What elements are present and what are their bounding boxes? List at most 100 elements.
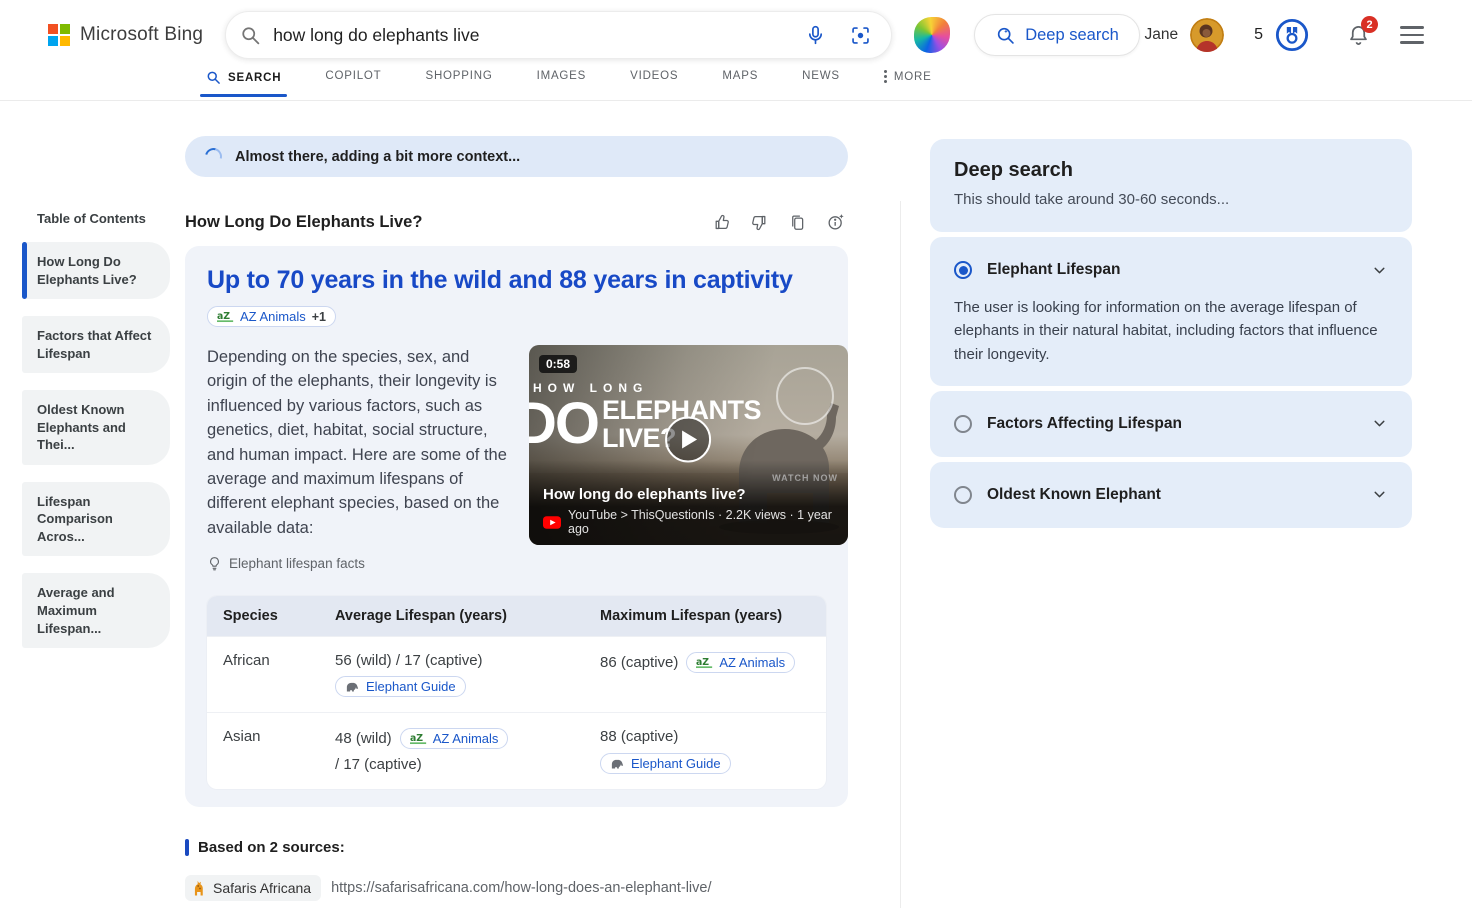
radio-button[interactable] bbox=[954, 415, 972, 433]
notifications-button[interactable]: 2 bbox=[1347, 23, 1370, 47]
avg-lifespan-value: 56 (wild) / 17 (captive) bbox=[335, 652, 483, 669]
source-badge-az-animals[interactable]: aZ AZ Animals +1 bbox=[207, 306, 336, 327]
top-header: Microsoft Bing Deep search bbox=[0, 0, 1472, 70]
copy-icon[interactable] bbox=[786, 211, 809, 234]
toc-item[interactable]: Lifespan Comparison Acros... bbox=[22, 482, 170, 557]
radio-button[interactable] bbox=[954, 261, 972, 279]
fact-caption[interactable]: Elephant lifespan facts bbox=[229, 556, 365, 571]
thumbs-down-icon[interactable] bbox=[748, 211, 771, 234]
visual-search-icon[interactable] bbox=[848, 23, 873, 48]
video-thumbnail[interactable]: 0:58 HOW LONG DO ELEPHANTS LIVE? WATCH N… bbox=[529, 345, 848, 545]
badge-plus-count: +1 bbox=[312, 310, 326, 324]
deep-search-button[interactable]: Deep search bbox=[974, 14, 1140, 56]
deep-search-option[interactable]: Oldest Known Elephant bbox=[954, 482, 1388, 508]
toc-item-label: How Long Do Elephants Live? bbox=[37, 253, 158, 288]
chevron-down-icon[interactable] bbox=[1371, 415, 1388, 432]
toc-item[interactable]: Average and Maximum Lifespan... bbox=[22, 573, 170, 648]
radio-button[interactable] bbox=[954, 486, 972, 504]
giraffe-icon bbox=[191, 879, 206, 897]
search-input[interactable] bbox=[273, 25, 803, 46]
menu-button[interactable] bbox=[1400, 26, 1424, 44]
toc-item-label: Factors that Affect Lifespan bbox=[37, 327, 158, 362]
microphone-icon[interactable] bbox=[803, 22, 828, 48]
badge-label: AZ Animals bbox=[719, 655, 785, 670]
table-row: Asian48 (wild)aZAZ Animals/ 17 (captive)… bbox=[207, 712, 826, 789]
chevron-down-icon[interactable] bbox=[1371, 486, 1388, 503]
source-badge[interactable]: aZAZ Animals bbox=[686, 652, 795, 673]
tab-news[interactable]: NEWS bbox=[802, 70, 840, 94]
vertical-divider bbox=[900, 201, 901, 908]
info-sparkle-icon[interactable] bbox=[824, 210, 848, 234]
table-header-cell: Species bbox=[207, 596, 319, 636]
az-animals-icon: aZ bbox=[410, 732, 427, 745]
deep-search-option[interactable]: Factors Affecting Lifespan bbox=[954, 411, 1388, 437]
rewards-medal-icon[interactable] bbox=[1273, 16, 1311, 54]
table-of-contents: Table of Contents How Long Do Elephants … bbox=[0, 101, 185, 908]
tab-label: VIDEOS bbox=[630, 70, 678, 82]
spinner-icon bbox=[202, 145, 225, 168]
progress-text: Almost there, adding a bit more context.… bbox=[235, 149, 520, 165]
source-site-pill[interactable]: Safaris Africana bbox=[185, 875, 321, 901]
tab-more[interactable]: MORE bbox=[884, 70, 932, 95]
video-caption-bar: How long do elephants live? YouTube > Th… bbox=[529, 460, 848, 545]
copilot-icon[interactable] bbox=[914, 17, 950, 53]
toc-item-label: Lifespan Comparison Acros... bbox=[37, 493, 158, 546]
lightbulb-icon bbox=[207, 555, 222, 572]
main-column: Almost there, adding a bit more context.… bbox=[185, 101, 848, 908]
tab-videos[interactable]: VIDEOS bbox=[630, 70, 678, 94]
toc-title: Table of Contents bbox=[37, 211, 185, 226]
video-duration: 0:58 bbox=[539, 355, 577, 373]
search-bar[interactable] bbox=[225, 11, 892, 59]
user-name[interactable]: Jane bbox=[1144, 26, 1178, 44]
tab-images[interactable]: IMAGES bbox=[537, 70, 587, 94]
deep-search-icon bbox=[995, 25, 1016, 46]
deep-search-option-card: Elephant LifespanThe user is looking for… bbox=[930, 237, 1412, 386]
tab-label: COPILOT bbox=[325, 70, 381, 82]
table-header-row: SpeciesAverage Lifespan (years)Maximum L… bbox=[207, 596, 826, 636]
play-button[interactable] bbox=[665, 416, 711, 462]
tab-label: SHOPPING bbox=[425, 70, 492, 82]
page-title: How Long Do Elephants Live? bbox=[185, 213, 422, 232]
deep-search-option[interactable]: Elephant Lifespan bbox=[954, 257, 1388, 283]
lifespan-table: SpeciesAverage Lifespan (years)Maximum L… bbox=[207, 596, 826, 789]
logo-text: Microsoft Bing bbox=[80, 24, 203, 46]
source-badge[interactable]: Elephant Guide bbox=[335, 676, 466, 697]
chevron-down-icon[interactable] bbox=[1371, 262, 1388, 279]
toc-item[interactable]: Oldest Known Elephants and Thei... bbox=[22, 390, 170, 465]
source-site-name: Safaris Africana bbox=[213, 880, 311, 896]
toc-item-label: Oldest Known Elephants and Thei... bbox=[37, 401, 158, 454]
deep-search-title: Deep search bbox=[954, 159, 1388, 182]
video-meta: YouTube > ThisQuestionIs · 2.2K views · … bbox=[568, 508, 834, 536]
tab-maps[interactable]: MAPS bbox=[722, 70, 758, 94]
option-label: Factors Affecting Lifespan bbox=[987, 415, 1356, 433]
notification-badge: 2 bbox=[1361, 16, 1378, 33]
avatar[interactable] bbox=[1190, 18, 1224, 52]
toc-item[interactable]: How Long Do Elephants Live? bbox=[22, 242, 170, 299]
rewards-points: 5 bbox=[1254, 26, 1263, 44]
tab-search[interactable]: SEARCH bbox=[206, 70, 281, 97]
average-lifespan-cell: 48 (wild)aZAZ Animals/ 17 (captive) bbox=[319, 713, 584, 789]
species-cell: African bbox=[207, 637, 319, 712]
tab-shopping[interactable]: SHOPPING bbox=[425, 70, 492, 94]
option-label: Oldest Known Elephant bbox=[987, 486, 1356, 504]
tab-label: MAPS bbox=[722, 70, 758, 82]
youtube-icon bbox=[543, 516, 561, 529]
source-badge[interactable]: aZAZ Animals bbox=[400, 728, 509, 749]
max-lifespan-value: 88 (captive) bbox=[600, 728, 678, 745]
toc-item-label: Average and Maximum Lifespan... bbox=[37, 584, 158, 637]
source-badge[interactable]: Elephant Guide bbox=[600, 753, 731, 774]
tab-copilot[interactable]: COPILOT bbox=[325, 70, 381, 94]
elephant-icon bbox=[345, 681, 360, 693]
thumbs-up-icon[interactable] bbox=[710, 211, 733, 234]
search-icon bbox=[240, 25, 261, 46]
max-lifespan-value: 86 (captive) bbox=[600, 654, 678, 671]
table-row: African 56 (wild) / 17 (captive) Elephant … bbox=[207, 636, 826, 712]
badge-label: AZ Animals bbox=[240, 309, 306, 324]
deep-search-option-card: Oldest Known Elephant bbox=[930, 462, 1412, 528]
badge-label: Elephant Guide bbox=[366, 679, 456, 694]
answer-body: Depending on the species, sex, and origi… bbox=[207, 345, 507, 545]
answer-card: Up to 70 years in the wild and 88 years … bbox=[185, 246, 848, 807]
bing-logo[interactable]: Microsoft Bing bbox=[48, 24, 203, 46]
toc-item[interactable]: Factors that Affect Lifespan bbox=[22, 316, 170, 373]
tab-label: SEARCH bbox=[228, 72, 281, 84]
